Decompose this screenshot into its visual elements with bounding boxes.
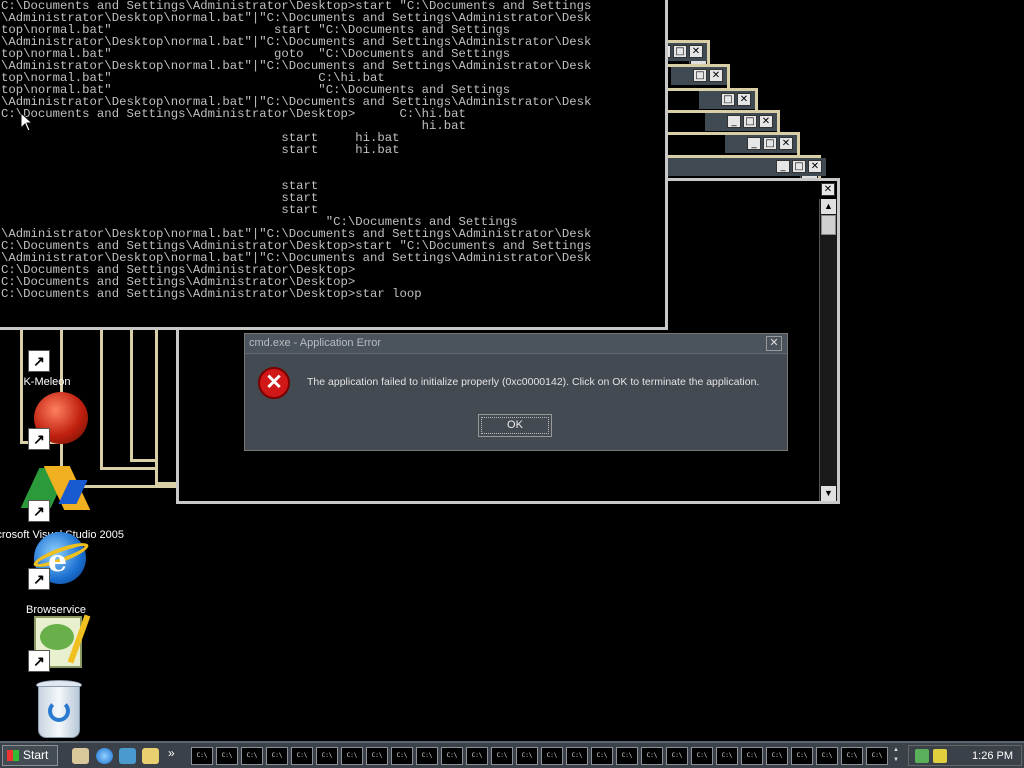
close-icon[interactable]: ✕ — [759, 115, 773, 128]
close-icon[interactable]: ✕ — [737, 93, 751, 106]
desktop-icon-visual-studio[interactable]: ↗ — [16, 462, 96, 526]
taskbar-cmd-button[interactable]: C:\ — [816, 747, 838, 765]
taskbar-cmd-button[interactable]: C:\ — [241, 747, 263, 765]
title-bar[interactable]: _ □ ✕ — [648, 158, 826, 176]
tray-app-icon[interactable] — [933, 749, 947, 763]
mouse-cursor-icon — [20, 112, 32, 132]
title-bar[interactable]: □ ✕ — [671, 67, 727, 85]
taskbar-cmd-button[interactable]: C:\ — [466, 747, 488, 765]
taskbar-cmd-button[interactable]: C:\ — [741, 747, 763, 765]
clock[interactable]: 1:26 PM — [972, 750, 1013, 762]
show-desktop-icon[interactable] — [72, 748, 89, 764]
shortcut-arrow-icon: ↗ — [28, 568, 50, 590]
windows-logo-icon — [7, 750, 19, 761]
start-button[interactable]: Start — [2, 745, 58, 766]
maximize-icon[interactable]: □ — [721, 93, 735, 106]
minimize-icon[interactable]: _ — [727, 115, 741, 128]
scroll-down-arrow-icon[interactable]: ▼ — [821, 486, 836, 501]
network-icon[interactable] — [119, 748, 136, 764]
title-bar[interactable]: □ ✕ — [699, 91, 755, 109]
title-bar[interactable]: _ □ ✕ — [705, 113, 777, 131]
console-output[interactable]: C:\Documents and Settings\Administrator\… — [0, 0, 668, 330]
desktop-icon-browservice[interactable]: e ↗ Browservice — [16, 528, 96, 616]
taskbar-cmd-button[interactable]: C:\ — [591, 747, 613, 765]
scroll-up-arrow-icon[interactable]: ▲ — [821, 199, 836, 214]
taskbar-cmd-button[interactable]: C:\ — [316, 747, 338, 765]
shortcut-arrow-icon: ↗ — [28, 428, 50, 450]
desktop-icon-recycle-bin[interactable] — [16, 676, 96, 740]
k-meleon-ball-icon: ↗ — [24, 392, 88, 456]
internet-explorer-icon: e ↗ — [24, 528, 91, 592]
maximize-icon[interactable]: □ — [792, 160, 806, 173]
application-error-dialog[interactable]: cmd.exe - Application Error ✕ ✕ The appl… — [244, 333, 788, 451]
taskbar-cmd-button[interactable]: C:\ — [391, 747, 413, 765]
dialog-title-bar[interactable]: cmd.exe - Application Error ✕ — [245, 334, 787, 354]
taskbar-cmd-button[interactable]: C:\ — [441, 747, 463, 765]
quick-launch-chevron[interactable]: » — [168, 746, 175, 760]
close-icon[interactable]: ✕ — [821, 183, 835, 196]
close-icon[interactable]: ✕ — [689, 45, 703, 58]
tray-app-icon[interactable] — [915, 749, 929, 763]
taskbar-cmd-button[interactable]: C:\ — [541, 747, 563, 765]
close-icon[interactable]: ✕ — [766, 336, 782, 351]
taskbar-cmd-button[interactable]: C:\ — [691, 747, 713, 765]
shortcut-arrow-icon: ↗ — [28, 350, 50, 372]
taskbar: Start » C:\ C:\ C:\ C:\ C:\ C:\ C:\ C:\ C:\ C:\ C:… — [0, 741, 1024, 768]
scroll-down-arrow-icon[interactable]: ▼ — [890, 755, 902, 765]
ok-button[interactable]: OK — [478, 414, 552, 437]
close-icon[interactable]: ✕ — [808, 160, 822, 173]
start-label: Start — [23, 748, 49, 762]
visual-studio-icon: ↗ — [20, 462, 91, 526]
maximize-icon[interactable]: □ — [673, 45, 687, 58]
title-bar[interactable]: _ □ ✕ — [725, 135, 797, 153]
error-icon: ✕ — [258, 367, 290, 399]
maximize-icon[interactable]: □ — [743, 115, 757, 128]
taskbar-scroll[interactable]: ▲ ▼ — [890, 745, 902, 766]
taskbar-cmd-button[interactable]: C:\ — [266, 747, 288, 765]
dialog-title: cmd.exe - Application Error — [249, 337, 382, 349]
maximize-icon[interactable]: □ — [763, 137, 777, 150]
maximize-icon[interactable]: □ — [693, 69, 707, 82]
minimize-icon[interactable]: _ — [747, 137, 761, 150]
scroll-up-arrow-icon[interactable]: ▲ — [890, 745, 902, 755]
taskbar-cmd-button[interactable]: C:\ — [491, 747, 513, 765]
taskbar-cmd-button[interactable]: C:\ — [766, 747, 788, 765]
shortcut-arrow-icon: ↗ — [28, 500, 50, 522]
taskbar-cmd-button[interactable]: C:\ — [866, 747, 888, 765]
taskbar-cmd-button[interactable]: C:\ — [416, 747, 438, 765]
desktop-icon-label: K-Meleon — [23, 376, 71, 388]
taskbar-cmd-button[interactable]: C:\ — [841, 747, 863, 765]
taskbar-cmd-button[interactable]: C:\ — [616, 747, 638, 765]
minimize-icon[interactable]: _ — [776, 160, 790, 173]
taskbar-cmd-button[interactable]: C:\ — [641, 747, 663, 765]
taskbar-cmd-button[interactable]: C:\ — [366, 747, 388, 765]
taskbar-cmd-button[interactable]: C:\ — [291, 747, 313, 765]
taskbar-cmd-button[interactable]: C:\ — [666, 747, 688, 765]
recycle-bin-icon — [24, 676, 88, 740]
desktop-icon-k-meleon[interactable]: ↗ K-Meleon — [7, 340, 87, 388]
taskbar-cmd-button[interactable]: C:\ — [216, 747, 238, 765]
email-icon[interactable] — [142, 748, 159, 764]
error-message: The application failed to initialize pro… — [307, 376, 760, 388]
desktop-icon-notepad-plus[interactable]: ↗ — [16, 612, 96, 676]
close-icon[interactable]: ✕ — [709, 69, 723, 82]
desktop-icon-k-meleon-ball[interactable]: ↗ — [16, 392, 96, 456]
taskbar-cmd-button[interactable]: C:\ — [716, 747, 738, 765]
taskbar-cmd-button[interactable]: C:\ — [191, 747, 213, 765]
taskbar-cmd-button[interactable]: C:\ — [791, 747, 813, 765]
taskbar-cmd-button[interactable]: C:\ — [341, 747, 363, 765]
shortcut-arrow-icon: ↗ — [28, 650, 50, 672]
notepad-plus-icon: ↗ — [24, 612, 91, 676]
scroll-thumb[interactable] — [821, 215, 836, 235]
close-icon[interactable]: ✕ — [779, 137, 793, 150]
vertical-scrollbar[interactable]: ▲ ▼ — [819, 199, 837, 501]
internet-explorer-icon[interactable] — [96, 748, 113, 764]
console-text: C:\Documents and Settings\Administrator\… — [1, 0, 592, 301]
taskbar-cmd-button[interactable]: C:\ — [566, 747, 588, 765]
system-tray: 1:26 PM — [908, 745, 1022, 766]
taskbar-cmd-button[interactable]: C:\ — [516, 747, 538, 765]
